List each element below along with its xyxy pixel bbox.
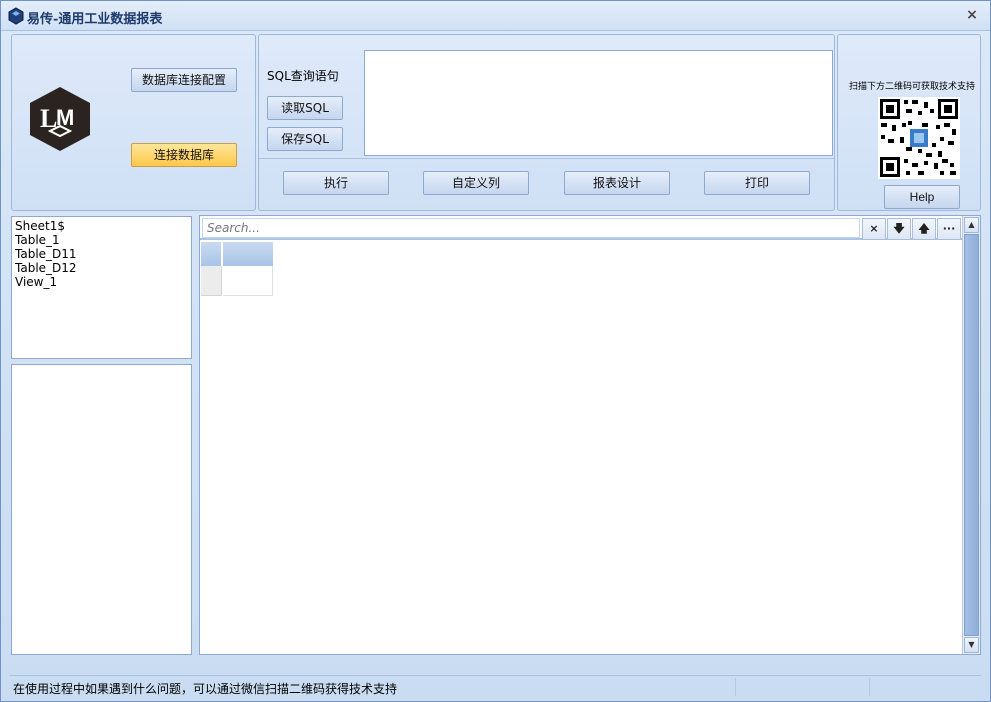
main-window: 易传-通用工业数据报表 × L M 数据库连接配置 连接数据库 SQL查询语句 … (0, 0, 991, 702)
grid-column-header[interactable] (223, 242, 273, 266)
custom-column-button[interactable]: 自定义列 (423, 171, 529, 195)
sql-query-input[interactable] (364, 50, 833, 156)
logo-icon: L M (30, 87, 90, 151)
print-button[interactable]: 打印 (704, 171, 810, 195)
execute-button[interactable]: 执行 (283, 171, 389, 195)
sql-panel: SQL查询语句 读取SQL 保存SQL 执行 自定义列 报表设计 打印 (258, 34, 835, 211)
connection-panel: L M 数据库连接配置 连接数据库 (11, 34, 256, 211)
status-message: 在使用过程中如果遇到什么问题，可以通过微信扫描二维码获得技术支持 (13, 682, 398, 696)
list-item[interactable]: View_1 (15, 275, 188, 289)
read-sql-button[interactable]: 读取SQL (267, 96, 343, 120)
arrow-down-icon[interactable]: 🡇 (887, 218, 911, 240)
status-separator (869, 678, 870, 696)
status-bar: 在使用过程中如果遇到什么问题，可以通过微信扫描二维码获得技术支持 (9, 675, 981, 697)
save-sql-button[interactable]: 保存SQL (267, 127, 343, 151)
list-item[interactable]: Table_D12 (15, 261, 188, 275)
data-grid: × 🡇 🡅 ··· ▲ ▼ (199, 215, 981, 655)
field-list[interactable] (11, 364, 192, 655)
list-item[interactable]: Table_D11 (15, 247, 188, 261)
qr-code-icon (878, 97, 960, 179)
close-icon[interactable]: × (964, 7, 980, 23)
grid-row-header[interactable] (201, 266, 222, 296)
table-list: Sheet1$ Table_1 Table_D11 Table_D12 View… (11, 216, 192, 359)
search-input[interactable] (202, 218, 860, 238)
help-button[interactable]: Help (884, 185, 960, 209)
support-caption: 扫描下方二维码可获取技术支持 (848, 82, 975, 92)
support-panel: 扫描下方二维码可获取技术支持 Help (837, 34, 981, 211)
arrow-up-icon[interactable]: 🡅 (912, 218, 936, 240)
vertical-scrollbar[interactable]: ▲ ▼ (962, 216, 980, 654)
scroll-down-icon[interactable]: ▼ (964, 637, 979, 653)
db-config-button[interactable]: 数据库连接配置 (131, 68, 237, 92)
more-icon[interactable]: ··· (937, 218, 961, 240)
status-separator (735, 678, 736, 696)
search-row: × 🡇 🡅 ··· (200, 216, 962, 240)
grid-header-corner (201, 242, 222, 266)
report-design-button[interactable]: 报表设计 (564, 171, 670, 195)
list-item[interactable]: Sheet1$ (15, 219, 188, 233)
connect-db-button[interactable]: 连接数据库 (131, 143, 237, 167)
scroll-up-icon[interactable]: ▲ (964, 217, 979, 233)
clear-icon[interactable]: × (862, 218, 886, 240)
app-icon (8, 7, 24, 25)
scroll-thumb[interactable] (964, 234, 979, 636)
sql-label: SQL查询语句 (267, 69, 339, 83)
title-bar: 易传-通用工业数据报表 × (1, 1, 990, 31)
window-title: 易传-通用工业数据报表 (27, 12, 163, 27)
grid-cell[interactable] (223, 266, 273, 296)
actions-divider (259, 158, 834, 159)
list-item[interactable]: Table_1 (15, 233, 188, 247)
